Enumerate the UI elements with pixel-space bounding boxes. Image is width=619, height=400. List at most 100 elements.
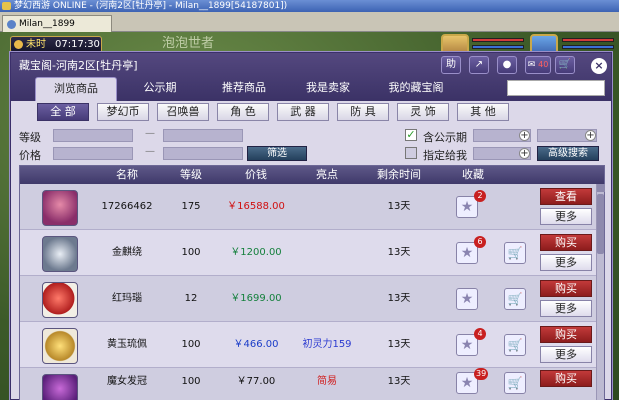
add-filter-3-icon[interactable]: + [519, 148, 530, 159]
time-period: 未时 [26, 39, 46, 50]
table-row: 黄玉琉佩 100 ￥466.00 初灵力159 13天 ★ 4 🛒 购买 更多 [20, 322, 596, 368]
mail-count: 40 [538, 60, 549, 69]
window-title: 梦幻西游 ONLINE - (河南2区[牡丹亭] - Milan__1899[5… [14, 1, 288, 11]
panel-title: 藏宝阁-河南2区[牡丹亭] [19, 59, 138, 72]
item-level: 175 [181, 201, 201, 212]
item-time-left: 13天 [387, 376, 411, 387]
buy-button[interactable]: 购买 [540, 280, 592, 297]
more-button[interactable]: 更多 [540, 208, 592, 225]
mail-button[interactable]: ✉ 40 [525, 56, 551, 74]
category-weapon[interactable]: 武 器 [277, 103, 329, 121]
golden-pendant-icon[interactable] [42, 328, 78, 364]
clock: 07:17:30 [55, 39, 100, 50]
favorite-count: 6 [474, 236, 486, 248]
filter-button[interactable]: 筛选 [247, 146, 307, 161]
column-level: 等级 [180, 168, 202, 181]
mail-icon: ✉ [527, 60, 536, 70]
close-button[interactable]: × [591, 58, 607, 74]
sun-icon [14, 40, 23, 49]
item-highlight: 初灵力159 [302, 339, 352, 350]
item-name: 红玛瑙 [112, 293, 142, 304]
share-button[interactable]: ↗ [469, 56, 489, 74]
tab-seller[interactable]: 我是卖家 [287, 77, 369, 101]
favorite-count: 4 [474, 328, 486, 340]
item-level: 12 [184, 293, 198, 304]
item-name: 金麒绕 [112, 247, 142, 258]
designated-checkbox[interactable] [405, 147, 417, 159]
price-max-input[interactable] [163, 147, 243, 160]
app-icon [2, 2, 11, 10]
column-name: 名称 [116, 168, 138, 181]
price-min-input[interactable] [53, 147, 133, 160]
advanced-search-button[interactable]: 高级搜索 [537, 146, 599, 161]
view-button[interactable]: 查看 [540, 188, 592, 205]
category-armor[interactable]: 防 具 [337, 103, 389, 121]
category-character[interactable]: 角 色 [217, 103, 269, 121]
column-highlight: 亮点 [316, 168, 338, 181]
price-filter-label: 价格 [19, 149, 41, 162]
favorite-star-icon[interactable]: ★ [456, 288, 478, 310]
silver-ring-icon[interactable] [42, 236, 78, 272]
more-button[interactable]: 更多 [540, 254, 592, 271]
screen: 梦幻西游 ONLINE - (河南2区[牡丹亭] - Milan__1899[5… [0, 0, 619, 400]
item-price: ￥16588.00 [227, 201, 285, 212]
help-button[interactable]: 助 [441, 56, 461, 74]
add-to-cart-icon[interactable]: 🛒 [504, 288, 526, 310]
add-to-cart-icon[interactable]: 🛒 [504, 242, 526, 264]
item-level: 100 [181, 339, 201, 350]
tab-public-period[interactable]: 公示期 [119, 77, 201, 101]
category-accessory[interactable]: 灵 饰 [397, 103, 449, 121]
more-button[interactable]: 更多 [540, 300, 592, 317]
item-time-left: 13天 [387, 339, 411, 350]
category-currency[interactable]: 梦幻币 [97, 103, 149, 121]
buy-button[interactable]: 购买 [540, 326, 592, 343]
scroll-up-arrow-icon[interactable] [597, 184, 605, 192]
buy-button[interactable]: 购买 [540, 234, 592, 251]
public-period-checkbox[interactable]: ✓ [405, 129, 417, 141]
level-max-input[interactable] [163, 129, 243, 142]
column-price: 价钱 [245, 168, 267, 181]
item-price: ￥1699.00 [230, 293, 282, 304]
category-summon[interactable]: 召唤兽 [157, 103, 209, 121]
scrollbar[interactable] [596, 184, 605, 400]
listing-table: 名称 等级 价钱 亮点 剩余时间 收藏 17266462 175 ￥16588.… [19, 165, 605, 400]
add-filter-2-icon[interactable]: + [585, 130, 596, 141]
pet-mp-bar [562, 45, 614, 49]
item-time-left: 13天 [387, 247, 411, 258]
tab-recommended[interactable]: 推荐商品 [203, 77, 285, 101]
os-title-bar: 梦幻西游 ONLINE - (河南2区[牡丹亭] - Milan__1899[5… [0, 0, 619, 12]
tab-my-pavilion[interactable]: 我的藏宝阁 [371, 77, 461, 101]
item-highlight [288, 184, 366, 230]
add-filter-1-icon[interactable]: + [519, 130, 530, 141]
add-to-cart-icon[interactable]: 🛒 [504, 334, 526, 356]
scroll-thumb[interactable] [597, 194, 604, 254]
settings-button[interactable]: ● [497, 56, 517, 74]
add-to-cart-icon[interactable]: 🛒 [504, 372, 526, 394]
buy-button[interactable]: 购买 [540, 370, 592, 387]
table-row: 金麒绕 100 ￥1200.00 13天 ★ 6 🛒 购买 更多 [20, 230, 596, 276]
red-agate-icon[interactable] [42, 282, 78, 318]
item-level: 100 [181, 376, 201, 387]
document-tab[interactable]: Milan__1899 [2, 15, 112, 32]
document-tab-strip: Milan__1899 [0, 12, 619, 32]
item-time-left: 13天 [387, 293, 411, 304]
more-button[interactable]: 更多 [540, 346, 592, 363]
item-name: 17266462 [101, 201, 153, 212]
level-min-input[interactable] [53, 129, 133, 142]
tab-browse[interactable]: 浏览商品 [35, 77, 117, 101]
category-other[interactable]: 其 他 [457, 103, 509, 121]
cart-header-button[interactable]: 🛒 [555, 56, 575, 74]
search-input[interactable] [507, 80, 605, 96]
item-name: 黄玉琉佩 [107, 339, 147, 350]
category-all[interactable]: 全 部 [37, 103, 89, 121]
item-price: ￥466.00 [233, 339, 279, 350]
character-portrait-icon[interactable] [42, 190, 78, 226]
player-hp-bar [472, 38, 524, 42]
globe-icon [7, 20, 16, 29]
public-period-label: 含公示期 [423, 131, 467, 144]
column-time-left: 剩余时间 [377, 168, 421, 181]
level-filter-label: 等级 [19, 131, 41, 144]
item-time-left: 13天 [387, 201, 411, 212]
witch-crown-icon[interactable] [42, 374, 78, 400]
item-highlight [288, 230, 366, 276]
